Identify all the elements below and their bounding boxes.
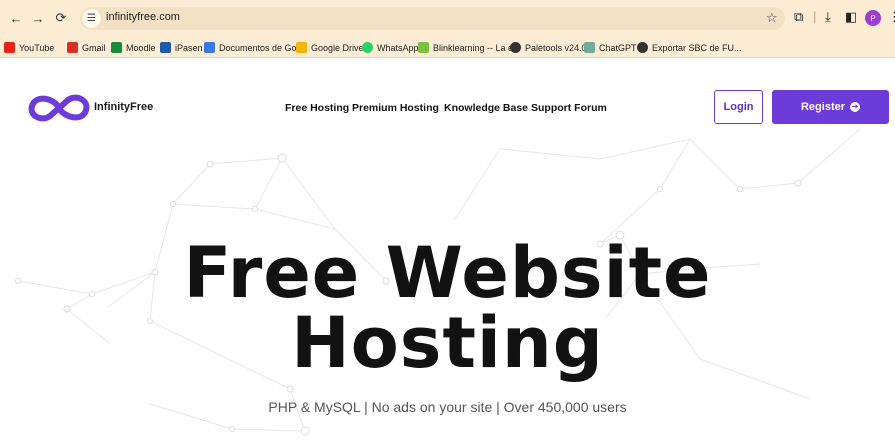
bookmark-gmail[interactable]: Gmail xyxy=(67,41,106,54)
extensions-icon[interactable]: ⧉ xyxy=(794,9,803,25)
nav-premium-hosting[interactable]: Premium Hosting xyxy=(352,102,439,114)
back-arrow-icon[interactable]: ← xyxy=(8,10,24,26)
ipasen-icon xyxy=(160,42,171,53)
brand-name[interactable]: InfinityFree xyxy=(94,101,153,113)
nav-free-hosting[interactable]: Free Hosting xyxy=(285,102,349,114)
infinity-logo-icon[interactable] xyxy=(28,92,90,124)
hero-title-line-2: Hosting xyxy=(291,302,604,384)
login-button[interactable]: Login xyxy=(714,90,763,124)
site-info-icon[interactable]: ☰ xyxy=(82,9,101,28)
gmail-icon xyxy=(67,42,78,53)
youtube-icon xyxy=(4,42,15,53)
bookmark-moodle[interactable]: Moodle xyxy=(111,41,156,54)
bookmark-blinklearning[interactable]: Blinklearning -- La e... xyxy=(418,41,521,54)
url-text[interactable]: infinityfree.com xyxy=(106,11,180,23)
bookmark-chatgpt[interactable]: ChatGPT xyxy=(584,41,637,54)
hero-title-line-1: Free Website xyxy=(183,232,712,314)
browser-toolbar: ← → ⟳ ☰ infinityfree.com ☆ ⧉ | ⤓ ◧ P ⋮ xyxy=(0,0,895,36)
blinklearning-icon xyxy=(418,42,429,53)
toolbar-divider: | xyxy=(813,9,817,24)
menu-dots-icon[interactable]: ⋮ xyxy=(888,9,895,25)
bookmark-paletools[interactable]: Paletools v24.0.1 xyxy=(510,41,594,54)
side-panel-icon[interactable]: ◧ xyxy=(845,9,857,25)
page-content: InfinityFree Free Hosting Premium Hostin… xyxy=(0,59,895,440)
hero-subtitle: PHP & MySQL | No ads on your site | Over… xyxy=(268,399,627,415)
download-icon[interactable]: ⤓ xyxy=(825,9,831,25)
address-bar[interactable]: ☰ infinityfree.com ☆ xyxy=(80,7,785,30)
nav-knowledge-base[interactable]: Knowledge Base xyxy=(444,102,528,114)
bookmark-whatsapp[interactable]: WhatsApp xyxy=(362,41,419,54)
bookmark-exportar[interactable]: Exportar SBC de FU... xyxy=(637,41,742,54)
whatsapp-icon xyxy=(362,42,373,53)
moodle-icon xyxy=(111,42,122,53)
chatgpt-icon xyxy=(584,42,595,53)
profile-avatar[interactable]: P xyxy=(865,10,881,26)
reload-icon[interactable]: ⟳ xyxy=(53,10,69,26)
bookmark-youtube[interactable]: YouTube xyxy=(4,41,54,54)
nav-support-forum[interactable]: Support Forum xyxy=(531,102,607,114)
bookmark-star-icon[interactable]: ☆ xyxy=(766,10,778,26)
drive-icon xyxy=(296,42,307,53)
bookmark-documentos[interactable]: Documentos de Go... xyxy=(204,41,304,54)
bookmark-ipasen[interactable]: iPasen xyxy=(160,41,203,54)
arrow-right-circle-icon: ➜ xyxy=(850,102,861,112)
bookmark-google-drive[interactable]: Google Drive xyxy=(296,41,364,54)
forward-arrow-icon[interactable]: → xyxy=(30,10,46,26)
globe-icon xyxy=(510,42,521,53)
globe-icon xyxy=(637,42,648,53)
register-button[interactable]: Register ➜ xyxy=(772,90,889,124)
bookmarks-bar: YouTube Gmail Moodle iPasen Documentos d… xyxy=(0,36,895,58)
docs-icon xyxy=(204,42,215,53)
